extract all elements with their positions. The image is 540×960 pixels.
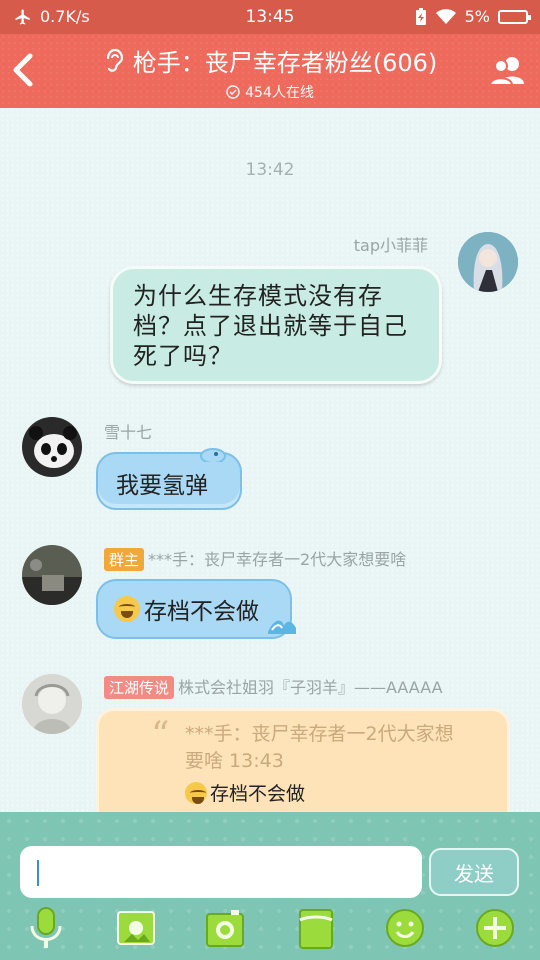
folder-icon[interactable]: [296, 906, 336, 950]
quoted-text: ***手：丧尸幸存者一2代大家想 要啥 13:43: [185, 721, 491, 775]
timestamp: 13:42: [245, 160, 295, 180]
page-title: 枪手：丧尸幸存者粉丝(606): [132, 49, 438, 77]
microphone-icon[interactable]: [26, 906, 66, 950]
group-owner-badge: 群主: [104, 548, 145, 571]
sender-line: 群主 ***手：丧尸幸存者一2代大家想要啥: [104, 546, 406, 571]
image-gallery-icon[interactable]: [116, 906, 156, 950]
message-text: 存档不会做: [210, 783, 306, 805]
text-cursor: [37, 860, 39, 886]
quote-message-bubble[interactable]: “ ***手：丧尸幸存者一2代大家想 要啥 13:43 存档不会做: [96, 708, 510, 812]
avatar[interactable]: [22, 674, 82, 734]
title-badge: 江湖传说: [104, 676, 175, 699]
sender-name[interactable]: ***手：丧尸幸存者一2代大家想要啥: [148, 550, 406, 569]
online-count: 454人在线: [245, 85, 314, 101]
send-button[interactable]: 发送: [429, 848, 519, 896]
sender-line: 江湖传说 株式会社姐羽『子羽羊』——AAAAA: [104, 674, 443, 699]
battery-level: 5%: [464, 7, 490, 26]
message-text: 我要氢弹: [116, 473, 208, 499]
message-input[interactable]: [20, 846, 422, 898]
quote-reply: 存档不会做: [185, 779, 491, 806]
wifi-icon: [435, 8, 456, 24]
plus-more-icon[interactable]: [475, 906, 515, 950]
sender-name[interactable]: 株式会社姐羽『子羽羊』——AAAAA: [178, 678, 443, 697]
avatar-image: [22, 545, 82, 605]
message-text: 存档不会做: [144, 599, 259, 625]
header-bar: 枪手：丧尸幸存者粉丝(606) 454人在线: [0, 34, 540, 108]
sender-name[interactable]: 雪十七: [104, 419, 152, 443]
ear-icon[interactable]: [103, 48, 125, 74]
message-line: 档？点了退出就等于自己: [133, 312, 408, 340]
laughing-emoji-icon: [185, 781, 207, 804]
quoted-line: ***手：丧尸幸存者一2代大家想: [185, 723, 454, 745]
battery-icon: [498, 9, 531, 24]
avatar-image: [458, 232, 518, 292]
sender-name[interactable]: tap小菲菲: [354, 232, 428, 256]
message-bubble[interactable]: 存档不会做: [96, 579, 292, 639]
input-bar: 发送: [0, 812, 540, 960]
message-bubble[interactable]: 为什么生存模式没有存 档？点了退出就等于自己 死了吗？: [110, 266, 442, 384]
emoji-icon[interactable]: [385, 906, 425, 950]
message-line: 为什么生存模式没有存: [133, 282, 383, 310]
status-bar: 0.7K/s 13:45 5%: [0, 0, 540, 34]
charging-icon: [415, 7, 426, 25]
laughing-emoji-icon: [114, 596, 140, 622]
group-members-icon[interactable]: [488, 54, 526, 86]
bubble-ornament-icon: [200, 448, 226, 462]
message-line: 死了吗？: [133, 342, 233, 370]
camera-icon[interactable]: [205, 906, 245, 950]
quote-mark-icon: “: [151, 715, 170, 756]
wave-ornament-icon: [268, 620, 296, 634]
avatar[interactable]: [22, 417, 82, 477]
avatar[interactable]: [458, 232, 518, 292]
panda-avatar-image: [22, 417, 82, 477]
chat-area[interactable]: 13:42 tap小菲菲 为什么生存模式没有存 档？点了退出就等于自己 死了吗？…: [0, 108, 540, 812]
quoted-line: 要啥 13:43: [185, 750, 284, 772]
avatar-image: [22, 674, 82, 734]
online-check-icon: [226, 85, 240, 99]
avatar[interactable]: [22, 545, 82, 605]
